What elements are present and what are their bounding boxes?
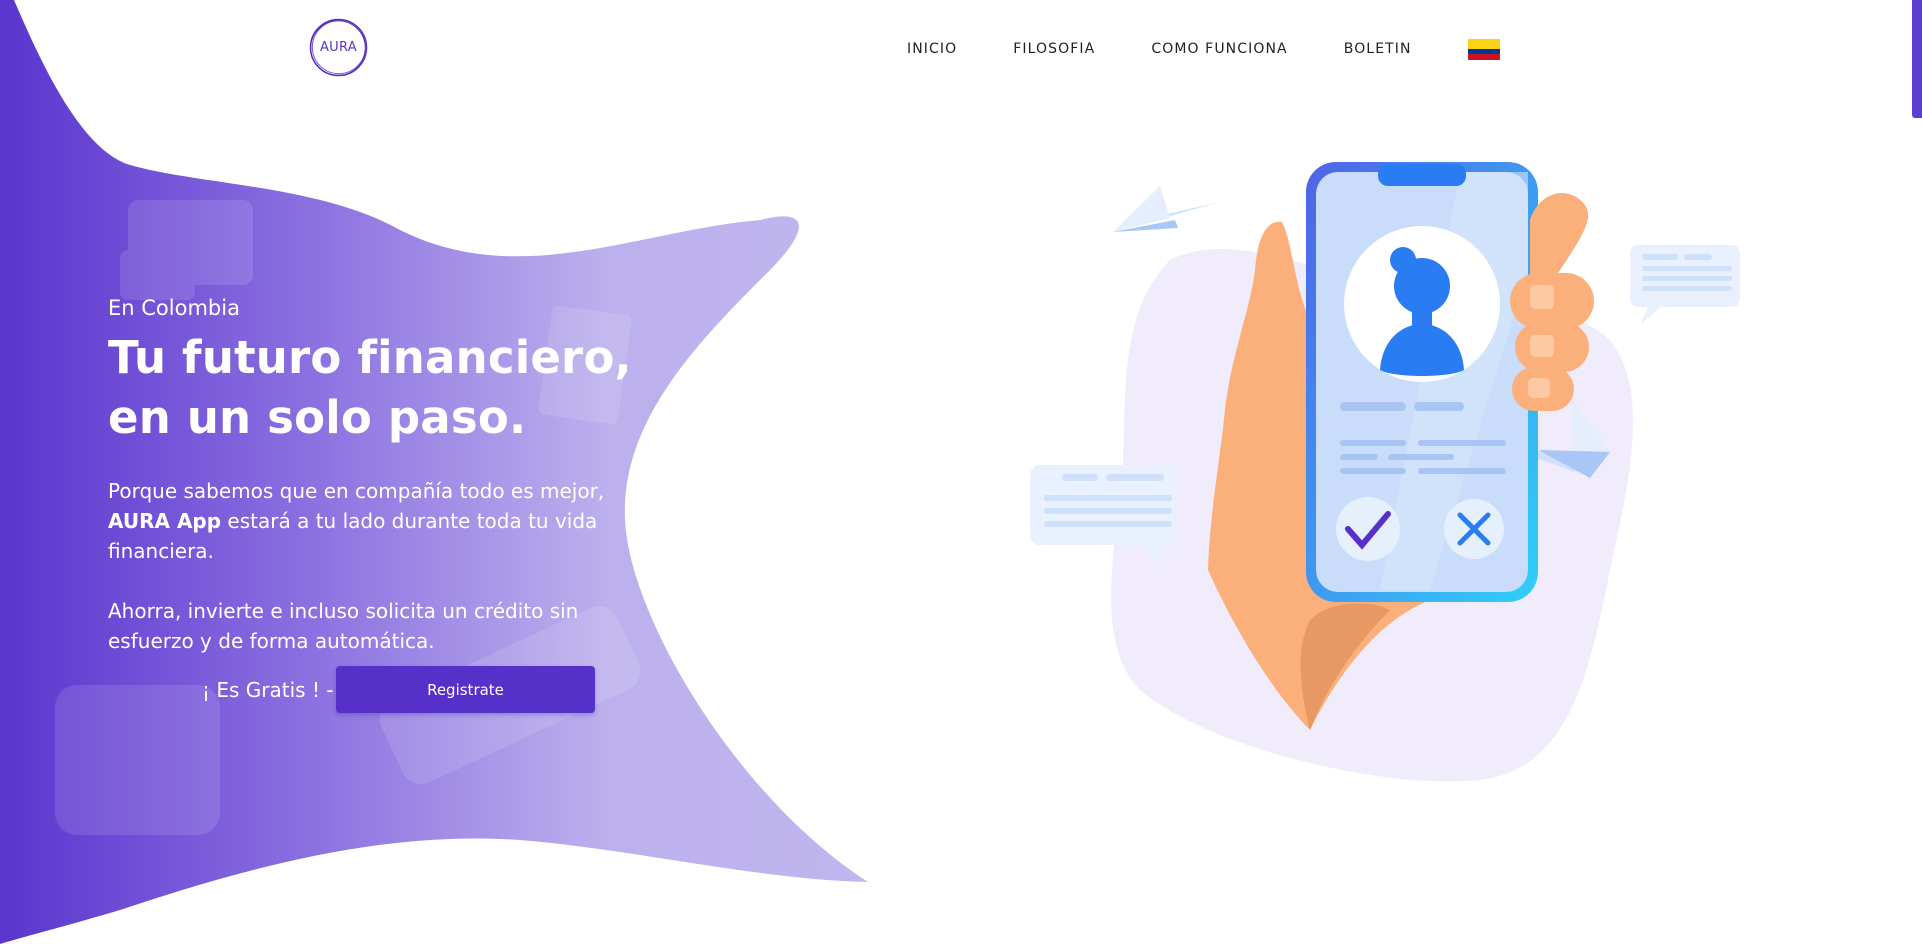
chat-bubble-icon xyxy=(1630,245,1740,325)
check-icon xyxy=(1336,497,1400,561)
hero-paragraph-1: Porque sabemos que en compañía todo es m… xyxy=(108,476,608,566)
nav-item-como-funciona[interactable]: COMO FUNCIONA xyxy=(1151,41,1287,57)
aura-app-bold: AURA App xyxy=(108,509,222,533)
cta-row: ¡ Es Gratis ! - Registrate xyxy=(108,666,598,714)
nav-item-boletin[interactable]: BOLETIN xyxy=(1344,41,1412,57)
chat-bubble-icon xyxy=(1030,465,1178,565)
hero-paragraph-2: Ahorra, invierte e incluso solicita un c… xyxy=(108,599,579,653)
page-scrollbar[interactable] xyxy=(1912,0,1922,118)
hero-headline: Tu futuro financiero, en un solo paso. xyxy=(108,328,632,448)
paragraph-1-start: Porque sabemos que en compañía todo es m… xyxy=(108,479,605,503)
phone-illustration xyxy=(1030,162,1740,782)
aura-logo[interactable]: AURA xyxy=(308,17,369,78)
hero-headline-line-2: en un solo paso. xyxy=(108,391,527,444)
nav-item-inicio[interactable]: INICIO xyxy=(907,41,957,57)
colombia-flag-icon[interactable] xyxy=(1467,38,1500,60)
hero-eyebrow: En Colombia xyxy=(108,296,240,320)
main-nav: INICIO FILOSOFIA COMO FUNCIONA BOLETIN xyxy=(907,38,1500,60)
register-button[interactable]: Registrate xyxy=(336,666,595,713)
free-label: ¡ Es Gratis ! - xyxy=(202,678,334,702)
hero-headline-line-1: Tu futuro financiero, xyxy=(108,331,632,384)
nav-item-filosofia[interactable]: FILOSOFIA xyxy=(1013,41,1095,57)
phone-device xyxy=(1306,162,1538,602)
paper-plane-icon xyxy=(1113,186,1220,232)
close-icon xyxy=(1444,499,1504,559)
logo-text: AURA xyxy=(319,40,357,55)
hero-copy: En Colombia Tu futuro financiero, en un … xyxy=(108,296,632,656)
